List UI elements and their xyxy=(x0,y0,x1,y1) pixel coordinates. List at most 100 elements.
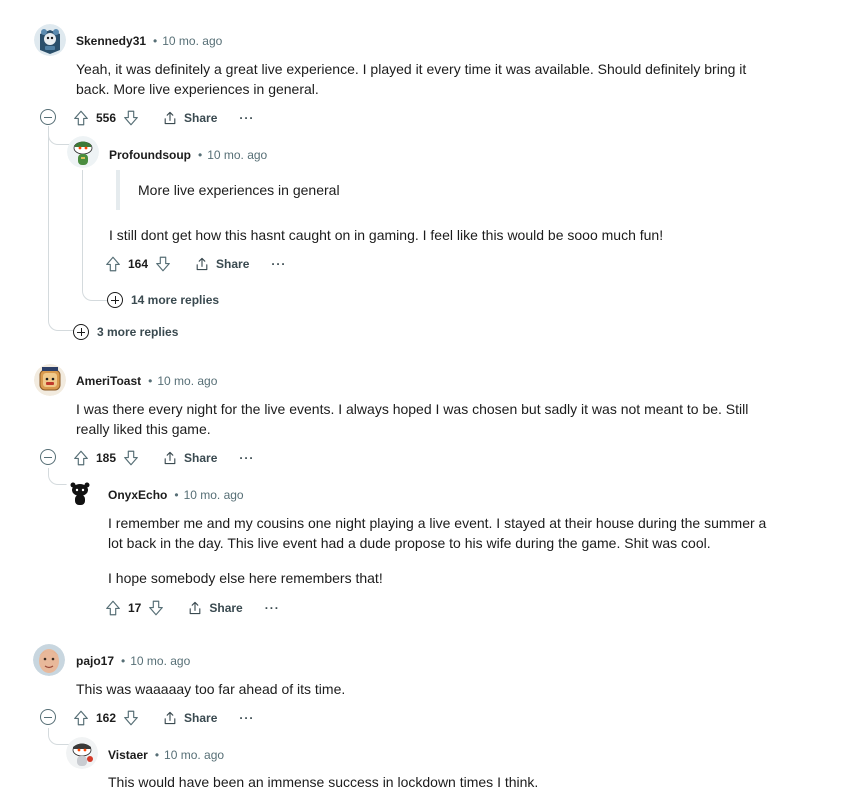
share-icon xyxy=(162,450,178,466)
comment-meta: Skennedy31 • 10 mo. ago xyxy=(76,34,223,48)
comment-meta: OnyxEcho • 10 mo. ago xyxy=(108,488,244,502)
avatar[interactable] xyxy=(33,644,65,676)
upvote-arrow-icon[interactable] xyxy=(72,709,90,727)
avatar[interactable] xyxy=(66,737,98,769)
downvote-arrow-icon[interactable] xyxy=(122,449,140,467)
username-link[interactable]: Vistaer xyxy=(108,748,148,762)
share-label: Share xyxy=(184,711,218,725)
user-photo-avatar-icon xyxy=(33,644,65,676)
comment-meta: AmeriToast • 10 mo. ago xyxy=(76,374,218,388)
toast-avatar-icon xyxy=(34,364,66,396)
more-replies-button[interactable]: 14 more replies xyxy=(107,292,219,308)
snoo-avatar-icon xyxy=(66,737,98,769)
share-icon xyxy=(187,600,203,616)
comment-body: I still dont get how this hasnt caught o… xyxy=(109,225,799,245)
snoo-avatar-icon xyxy=(67,136,99,168)
user-avatar-icon xyxy=(34,24,66,56)
quote-text: More live experiences in general xyxy=(138,182,340,198)
more-options-button[interactable]: ··· xyxy=(271,257,286,271)
upvote-arrow-icon[interactable] xyxy=(104,255,122,273)
vote-count: 164 xyxy=(128,257,149,271)
username-link[interactable]: OnyxEcho xyxy=(108,488,167,502)
expand-replies-icon xyxy=(73,324,89,340)
username-link[interactable]: pajo17 xyxy=(76,654,114,668)
vote-count: 162 xyxy=(96,711,117,725)
comment-paragraph: This would have been an immense success … xyxy=(108,774,539,790)
avatar[interactable] xyxy=(67,136,99,168)
comment-actions: 17 Share ··· xyxy=(104,598,280,618)
more-options-button[interactable]: ··· xyxy=(239,111,254,125)
vote-count: 556 xyxy=(96,111,117,125)
more-options-button[interactable]: ··· xyxy=(239,711,254,725)
comment-actions: 164 Share ··· xyxy=(104,254,286,274)
timestamp[interactable]: 10 mo. ago xyxy=(130,654,190,668)
thread-line xyxy=(82,170,83,286)
more-options-button[interactable]: ··· xyxy=(239,451,254,465)
timestamp[interactable]: 10 mo. ago xyxy=(184,488,244,502)
blockquote: More live experiences in general xyxy=(116,170,340,210)
more-replies-label: 14 more replies xyxy=(131,293,220,307)
share-icon xyxy=(162,110,178,126)
downvote-arrow-icon[interactable] xyxy=(122,709,140,727)
downvote-arrow-icon[interactable] xyxy=(147,599,165,617)
comment-body: Yeah, it was definitely a great live exp… xyxy=(76,59,776,99)
comment-actions: 162 Share ··· xyxy=(72,708,254,728)
comment-body: This would have been an immense success … xyxy=(108,772,788,792)
share-icon xyxy=(194,256,210,272)
avatar[interactable] xyxy=(34,364,66,396)
comment-meta: pajo17 • 10 mo. ago xyxy=(76,654,191,668)
username-link[interactable]: AmeriToast xyxy=(76,374,141,388)
comment-meta: Vistaer • 10 mo. ago xyxy=(108,748,225,762)
comment-paragraph: I was there every night for the live eve… xyxy=(76,401,749,437)
share-label: Share xyxy=(184,451,218,465)
comment-paragraph: I hope somebody else here remembers that… xyxy=(108,570,383,586)
comment-body: I remember me and my cousins one night p… xyxy=(108,513,778,588)
timestamp[interactable]: 10 mo. ago xyxy=(157,374,217,388)
username-link[interactable]: Profoundsoup xyxy=(109,148,191,162)
vote-count: 185 xyxy=(96,451,117,465)
vote-count: 17 xyxy=(128,601,142,615)
thread-line-curve xyxy=(48,728,71,745)
share-button[interactable]: Share xyxy=(162,450,217,466)
comment-paragraph: I remember me and my cousins one night p… xyxy=(108,515,767,551)
downvote-arrow-icon[interactable] xyxy=(154,255,172,273)
collapse-thread-icon[interactable] xyxy=(40,709,56,725)
comment-meta: Profoundsoup • 10 mo. ago xyxy=(109,148,268,162)
thread-line xyxy=(48,126,49,316)
downvote-arrow-icon[interactable] xyxy=(122,109,140,127)
upvote-arrow-icon[interactable] xyxy=(72,109,90,127)
share-button[interactable]: Share xyxy=(162,710,217,726)
thread-line-curve xyxy=(82,284,107,301)
share-button[interactable]: Share xyxy=(187,600,243,616)
upvote-arrow-icon[interactable] xyxy=(72,449,90,467)
timestamp[interactable]: 10 mo. ago xyxy=(164,748,224,762)
comment-paragraph: This was waaaaay too far ahead of its ti… xyxy=(76,681,346,697)
share-button[interactable]: Share xyxy=(162,110,217,126)
timestamp[interactable]: 10 mo. ago xyxy=(162,34,222,48)
share-label: Share xyxy=(216,257,250,271)
share-label: Share xyxy=(184,111,218,125)
comment-paragraph: I still dont get how this hasnt caught o… xyxy=(109,227,664,243)
comment-actions: 185 Share ··· xyxy=(72,448,254,468)
comment-body: I was there every night for the live eve… xyxy=(76,399,756,439)
more-replies-button[interactable]: 3 more replies xyxy=(73,324,178,340)
expand-replies-icon xyxy=(107,292,123,308)
avatar[interactable] xyxy=(34,24,66,56)
upvote-arrow-icon[interactable] xyxy=(104,599,122,617)
username-link[interactable]: Skennedy31 xyxy=(76,34,146,48)
collapse-thread-icon[interactable] xyxy=(40,449,56,465)
timestamp[interactable]: 10 mo. ago xyxy=(207,148,267,162)
snoo-avatar-icon xyxy=(64,477,96,509)
comment-actions: 556 Share ··· xyxy=(72,108,254,128)
thread-line-curve xyxy=(48,314,73,331)
more-options-button[interactable]: ··· xyxy=(265,601,280,615)
comment-paragraph: Yeah, it was definitely a great live exp… xyxy=(76,61,747,97)
share-button[interactable]: Share xyxy=(194,256,249,272)
avatar[interactable] xyxy=(64,477,96,509)
thread-line-curve xyxy=(48,130,71,145)
share-label: Share xyxy=(209,601,243,615)
more-replies-label: 3 more replies xyxy=(97,325,179,339)
comment-body: This was waaaaay too far ahead of its ti… xyxy=(76,679,756,699)
collapse-thread-icon[interactable] xyxy=(40,109,56,125)
share-icon xyxy=(162,710,178,726)
